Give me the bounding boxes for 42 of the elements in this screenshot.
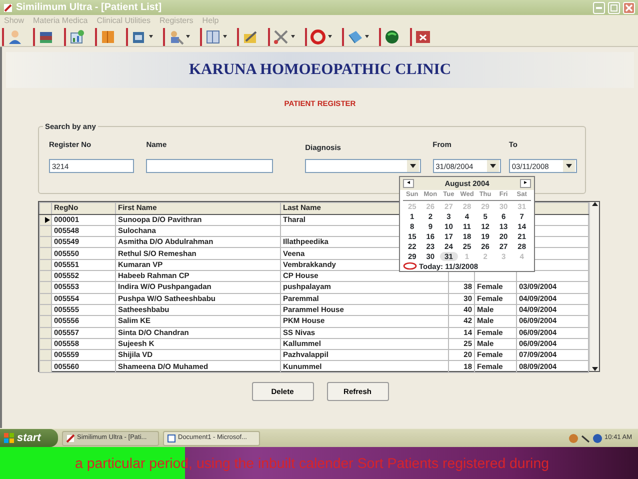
today-circle-icon [403,262,417,270]
dropdown-arrow-icon [566,164,572,168]
maximize-icon [610,4,618,12]
tray-icon [592,434,602,442]
dropdown-arrow-icon [328,35,332,38]
clinic-name: KARUNA HOMOEOPATHIC CLINIC [188,60,452,80]
globe-icon [384,28,400,44]
input-field[interactable] [146,159,274,174]
scroll-down-icon [592,367,598,372]
dropdown-arrow-icon [186,35,190,38]
person-icon [7,28,23,44]
dropdown-arrow-icon [223,35,227,38]
close-icon [415,28,431,44]
close-button[interactable] [623,2,635,14]
row-selector[interactable] [40,214,52,226]
scroll-up-icon [592,202,598,206]
dropdown-arrow-icon [490,164,496,168]
minimize-icon [596,6,602,8]
book-icon [100,28,116,44]
app-icon [66,434,75,442]
minimize-button[interactable] [593,2,605,14]
dropdown-arrow-icon [149,35,153,38]
close-icon [625,4,633,12]
scissors-icon [273,28,289,44]
document-icon [167,434,176,442]
tools-icon [168,28,184,44]
app-icon [3,2,13,12]
dropdown-arrow-icon [365,35,369,38]
window-title: Similimum Ultra - [Patient List] [16,1,163,15]
ring-icon [310,28,326,44]
windows-flag-icon [4,433,14,443]
tray-icon [568,434,578,442]
start-button[interactable]: start [0,429,58,447]
dropdown-arrow-icon [410,164,416,168]
pencil-icon [242,28,258,44]
dropdown-arrow-icon [291,35,295,38]
chart-icon [69,28,85,44]
scrollbar[interactable] [589,202,599,372]
dropdown-field[interactable] [305,159,421,174]
notebook-icon [205,28,221,44]
maximize-button[interactable] [608,2,620,14]
row-pointer-icon [45,216,50,223]
